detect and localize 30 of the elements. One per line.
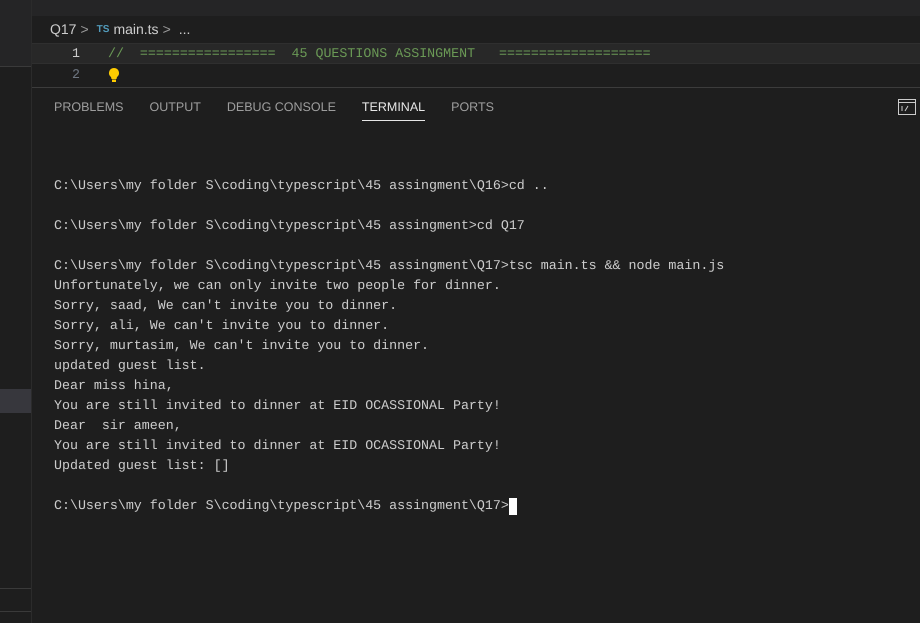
terminal-line: C:\Users\my folder S\coding\typescript\45 assingment\Q16>cd .. (54, 177, 549, 195)
breadcrumb-file[interactable]: main.ts (113, 18, 159, 40)
breadcrumb-separator: > (80, 20, 89, 38)
terminal-line: You are still invited to dinner at EID OCASSIONAL Party! (54, 437, 501, 455)
lightbulb-icon[interactable] (108, 66, 120, 82)
terminal-line: Dear sir ameen, (54, 417, 182, 435)
code-comment: // ================= 45 QUESTIONS ASSINGMENT =================== (108, 44, 651, 63)
panel-tab[interactable]: TERMINAL (362, 93, 426, 121)
panel-tab[interactable]: OUTPUT (149, 93, 201, 121)
terminal-line: Dear miss hina, (54, 377, 174, 395)
panel-tab[interactable]: DEBUG CONSOLE (226, 93, 336, 121)
terminal-line: C:\Users\my folder S\coding\typescript\45 assingment\Q17> (54, 497, 509, 515)
line-number: 1 (71, 44, 80, 63)
breadcrumb-symbol[interactable]: ... (178, 18, 190, 40)
terminal-icon[interactable] (898, 99, 916, 115)
breadcrumb-folder[interactable]: Q17 (50, 18, 76, 40)
terminal-line: Updated guest list: [] (54, 457, 230, 475)
terminal-line: Sorry, ali, We can't invite you to dinner. (54, 317, 390, 335)
terminal-line: You are still invited to dinner at EID OCASSIONAL Party! (54, 397, 501, 415)
terminal-line: updated guest list. (54, 357, 206, 375)
terminal-line: Sorry, saad, We can't invite you to dinner. (54, 297, 398, 315)
terminal-line: C:\Users\my folder S\coding\typescript\45 assingment>cd Q17 (54, 217, 525, 235)
typescript-file-icon: TS (96, 22, 110, 36)
terminal-line: Sorry, murtasim, We can't invite you to dinner. (54, 337, 430, 355)
line-number: 2 (71, 66, 80, 84)
terminal-line: C:\Users\my folder S\coding\typescript\45 assingment\Q17>tsc main.ts && node main.js (54, 257, 724, 275)
terminal-line: Unfortunately, we can only invite two people for dinner. (54, 277, 501, 295)
panel-tab[interactable]: PROBLEMS (54, 93, 124, 121)
panel-tab[interactable]: PORTS (451, 93, 494, 121)
breadcrumb-separator: > (162, 20, 171, 38)
